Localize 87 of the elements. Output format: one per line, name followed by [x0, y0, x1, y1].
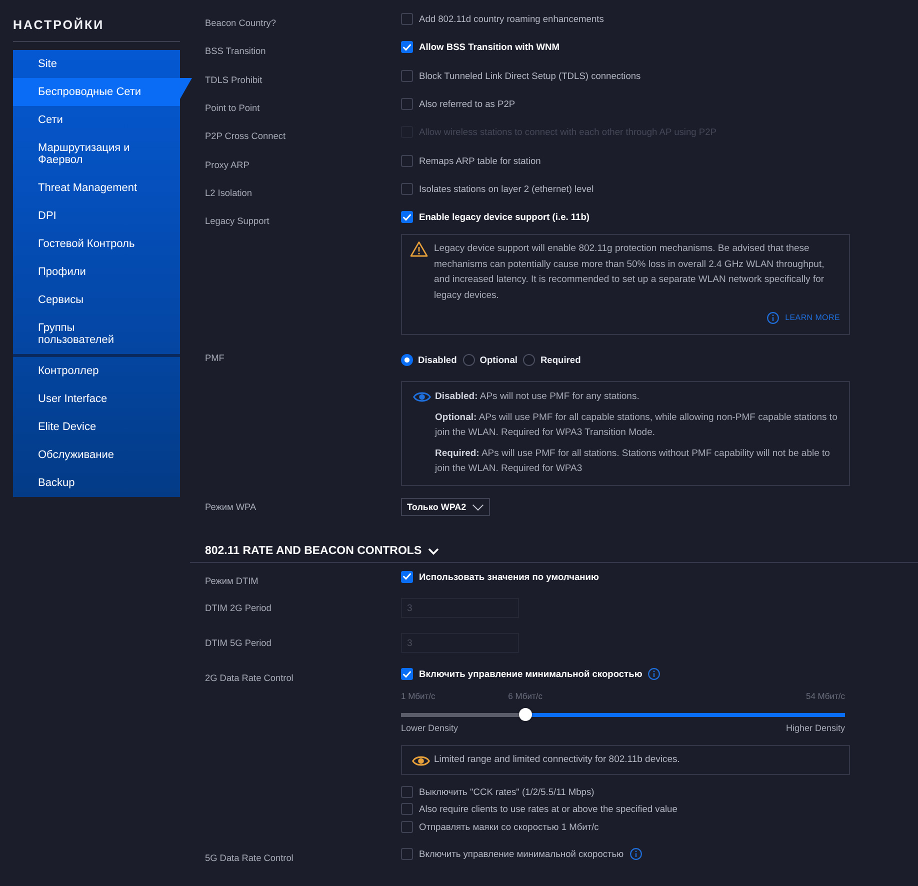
setting-label: Legacy Support [205, 215, 270, 228]
setting-label: PMF [205, 352, 224, 364]
sidebar-item[interactable]: User Interface [13, 385, 180, 413]
setting-label: 2G Data Rate Control [205, 672, 294, 684]
checkbox-label: Also require clients to use rates at or above the specified value [419, 803, 678, 816]
checkbox[interactable] [401, 668, 413, 680]
checkbox[interactable] [401, 570, 413, 583]
checkbox-label: Allow BSS Transition with WNM [419, 41, 560, 54]
info-paragraph: Required: APs will use PMF for all stations. Stations without PMF capability will not be able to join the WLAN. Required for WPA3 [435, 447, 831, 476]
checkbox[interactable] [401, 786, 413, 798]
checkbox-label: Block Tunneled Link Direct Setup (TDLS) connections [419, 70, 641, 82]
warning-text: Legacy device support will enable 802.11g protection mechanisms. Be advised that these mechanisms can potentially cause more than 50% loss in overall 2.4 GHz WLAN throughput, and increased latency. It is recommended to set up a separate WLAN network specifically for legacy devices. [434, 242, 826, 303]
checkbox[interactable] [401, 98, 413, 110]
sidebar-item[interactable]: Маршрутизация и Фаервол [13, 134, 180, 174]
checkbox[interactable] [401, 803, 413, 816]
slider-thumb[interactable] [518, 708, 532, 722]
checkbox-label: Использовать значения по умолчанию [419, 570, 599, 583]
setting-label: BSS Transition [205, 45, 266, 58]
checkmark-icon [403, 670, 411, 678]
warning-icon [410, 241, 428, 258]
checkbox[interactable] [401, 154, 413, 167]
sidebar-item[interactable]: Гостевой Контроль [13, 230, 180, 258]
info-icon [767, 312, 780, 324]
setting-label: 5G Data Rate Control [205, 852, 294, 864]
section-toggle[interactable]: 802.11 RATE AND BEACON CONTROLS [205, 544, 439, 558]
checkbox-label: Выключить "CCK rates" (1/2/5.5/11 Mbps) [419, 786, 594, 798]
checkmark-icon [403, 573, 411, 580]
info-icon [630, 848, 642, 860]
checkbox-label: Remaps ARP table for station [419, 154, 541, 167]
setting-label: L2 Isolation [205, 186, 252, 199]
notice-text: Limited range and limited connectivity for 802.11b devices. [434, 754, 680, 766]
sidebar-item[interactable]: Группы пользователей [13, 314, 180, 354]
checkbox[interactable] [401, 211, 413, 224]
setting-label: Режим DTIM [205, 575, 258, 588]
radio-button[interactable] [523, 354, 536, 366]
checkbox-label: Включить управление минимальной скоростью [419, 848, 624, 860]
speed-value-label: 6 Мбит/с [508, 690, 542, 702]
checkbox-label: Включить управление минимальной скоростью [419, 668, 642, 680]
sidebar-item[interactable]: Обслуживание [13, 441, 180, 469]
checkbox[interactable] [401, 820, 413, 833]
chevron-down-icon [472, 504, 484, 511]
setting-label: TDLS Prohibit [205, 74, 262, 86]
sidebar-item[interactable]: Backup [13, 469, 180, 497]
density-label: Higher Density [786, 722, 845, 734]
setting-label: DTIM 2G Period [205, 602, 272, 614]
radio-button[interactable] [401, 354, 413, 366]
radio-label: Required [540, 354, 581, 366]
setting-label: Proxy ARP [205, 158, 250, 171]
info-icon [648, 668, 660, 680]
wpa-mode-select[interactable]: Только WPA2 [401, 498, 490, 516]
checkbox[interactable] [401, 182, 413, 195]
setting-label: DTIM 5G Period [205, 636, 272, 649]
sidebar-item[interactable]: Threat Management [13, 174, 180, 202]
radio-label: Disabled [418, 354, 457, 366]
checkbox-label: Also referred to as P2P [419, 98, 516, 110]
radio-label: Optional [480, 354, 518, 366]
sidebar-item[interactable]: Elite Device [13, 413, 180, 441]
checkmark-icon [403, 214, 411, 221]
sidebar-item[interactable]: Профили [13, 258, 180, 286]
speed-label: 1 Мбит/с [401, 690, 436, 702]
checkbox-label: Isolates stations on layer 2 (ethernet) level [419, 182, 594, 195]
setting-label: P2P Cross Connect [205, 130, 286, 142]
info-paragraph: Disabled: APs will not use PMF for any stations. [435, 390, 640, 404]
density-label: Lower Density [401, 722, 458, 734]
setting-label: Beacon Country? [205, 17, 276, 30]
eye-icon [412, 755, 430, 768]
sidebar-item[interactable]: Контроллер [13, 357, 180, 385]
speed-label: 54 Мбит/с [806, 690, 845, 702]
checkbox[interactable] [401, 41, 413, 54]
checkbox[interactable] [401, 13, 413, 26]
checkmark-icon [403, 44, 411, 51]
checkbox[interactable] [401, 70, 413, 82]
checkbox-label: Отправлять маяки со скоростью 1 Мбит/с [419, 820, 599, 833]
sidebar-item[interactable]: DPI [13, 202, 180, 230]
checkbox[interactable] [401, 848, 413, 860]
sidebar-item[interactable]: Site [13, 50, 180, 78]
sidebar-title: НАСТРОЙКИ [13, 17, 104, 33]
checkbox-label: Add 802.11d country roaming enhancements [419, 13, 604, 26]
info-paragraph: Optional: APs will use PMF for all capable stations, while allowing non-PMF capable stations to join the WLAN. Required for WPA3 Transition Mode. [435, 411, 838, 440]
sidebar-item[interactable]: Беспроводные Сети [13, 78, 192, 106]
radio-button[interactable] [462, 354, 475, 366]
setting-label: Point to Point [205, 102, 260, 114]
checkbox-label: Enable legacy device support (i.e. 11b) [419, 211, 590, 224]
eye-icon [413, 391, 431, 404]
sidebar-item[interactable]: Сервисы [13, 286, 180, 314]
setting-label: Режим WPA [205, 501, 256, 514]
sidebar-item[interactable]: Сети [13, 106, 180, 134]
